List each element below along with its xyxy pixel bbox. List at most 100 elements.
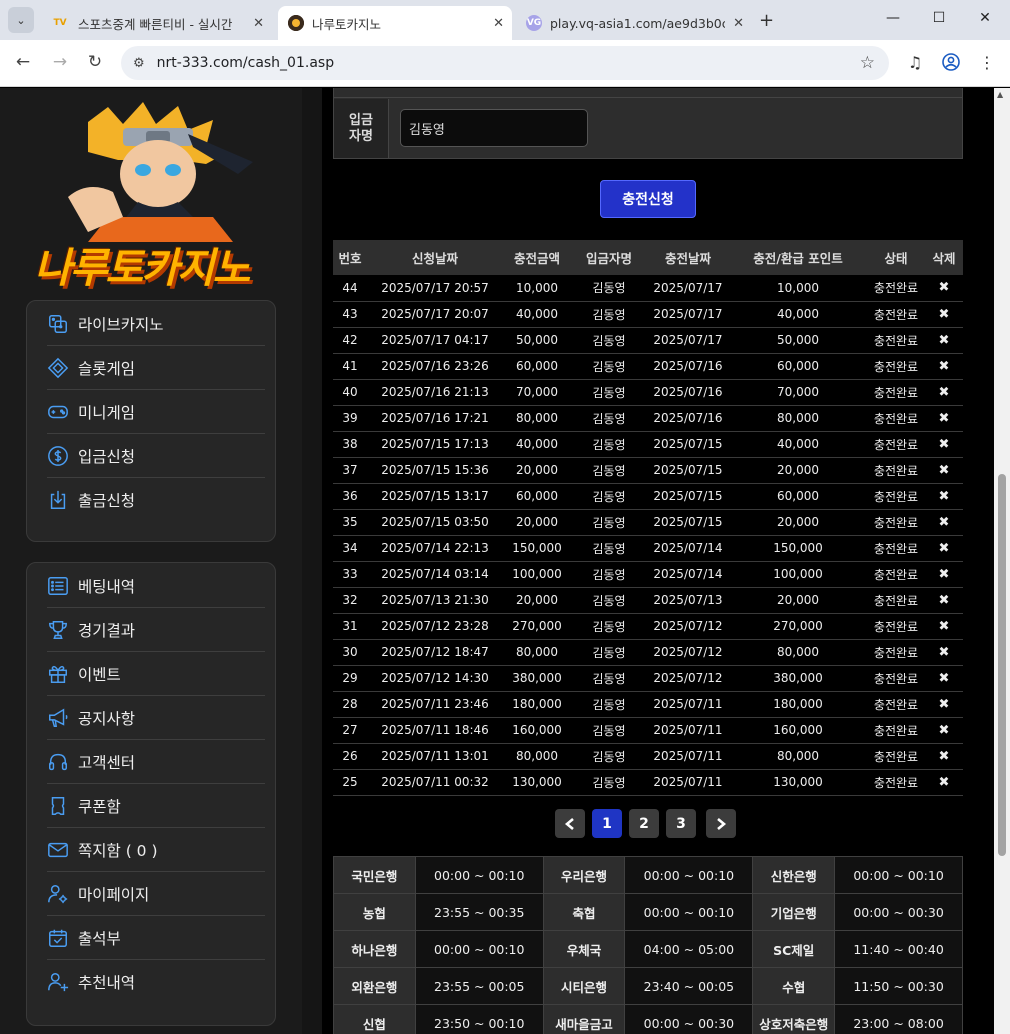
scroll-thumb[interactable] — [998, 474, 1006, 856]
menu-item-slot-game[interactable]: 슬롯게임 — [47, 346, 265, 390]
delete-x-icon[interactable]: ✖ — [925, 379, 963, 406]
minimize-icon[interactable]: — — [878, 10, 908, 26]
submit-charge-button[interactable]: 충전신청 — [600, 180, 696, 218]
delete-x-icon[interactable]: ✖ — [925, 743, 963, 770]
table-cell: 2025/07/15 — [647, 431, 729, 458]
browser-tab-1[interactable]: TV 스포츠중계 빠른티비 - 실시간 ✕ — [40, 6, 272, 40]
menu-item-referral[interactable]: 추천내역 — [47, 960, 265, 1004]
close-tab-icon[interactable]: ✕ — [253, 16, 264, 31]
delete-x-icon[interactable]: ✖ — [925, 509, 963, 536]
menu-item-label: 출금신청 — [78, 492, 136, 510]
browser-tab-3[interactable]: VG play.vq-asia1.com/ae9d3b0c2c ✕ — [516, 6, 752, 40]
pagination: 1 2 3 — [333, 809, 963, 839]
bank-row: 국민은행 00:00 ~ 00:10 우리은행 00:00 ~ 00:10 신한은행 00… — [333, 856, 963, 894]
tab-search-button[interactable]: ⌄ — [8, 7, 34, 33]
delete-x-icon[interactable]: ✖ — [925, 717, 963, 744]
table-cell: 2025/07/12 — [647, 613, 729, 640]
reload-icon[interactable]: ↻ — [84, 52, 106, 72]
delete-x-icon[interactable]: ✖ — [925, 613, 963, 640]
page-button-1[interactable]: 1 — [592, 809, 622, 838]
menu-item-match-results[interactable]: 경기결과 — [47, 608, 265, 652]
menu-item-live-casino[interactable]: 라이브카지노 — [47, 302, 265, 346]
delete-x-icon[interactable]: ✖ — [925, 457, 963, 484]
delete-x-icon[interactable]: ✖ — [925, 353, 963, 380]
delete-x-icon[interactable]: ✖ — [925, 561, 963, 588]
url-bar[interactable]: ⚙ nrt-333.com/cash_01.asp ☆ — [121, 46, 889, 80]
dollar-coin-icon — [48, 445, 68, 466]
bank-name: 상호저축은행 — [752, 1004, 836, 1034]
bank-name: 신협 — [333, 1004, 416, 1034]
table-cell: 26 — [333, 743, 367, 770]
delete-x-icon[interactable]: ✖ — [925, 639, 963, 666]
forward-icon[interactable]: → — [49, 52, 71, 72]
delete-x-icon[interactable]: ✖ — [925, 431, 963, 458]
back-icon[interactable]: ← — [12, 52, 34, 72]
table-cell: 충전완료 — [867, 327, 925, 354]
close-tab-icon[interactable]: ✕ — [493, 16, 504, 31]
menu-item-bet-history[interactable]: 베팅내역 — [47, 564, 265, 608]
new-tab-icon[interactable]: + — [759, 10, 774, 31]
next-page-button[interactable] — [706, 809, 736, 838]
table-cell: 김동영 — [571, 275, 647, 302]
delete-x-icon[interactable]: ✖ — [925, 535, 963, 562]
tab-title: play.vq-asia1.com/ae9d3b0c2c — [550, 15, 725, 31]
browser-menu-icon[interactable]: ⋮ — [976, 53, 998, 72]
delete-x-icon[interactable]: ✖ — [925, 691, 963, 718]
page-button-2[interactable]: 2 — [629, 809, 659, 838]
site-logo[interactable]: 나루토카지노 — [28, 102, 273, 292]
table-cell: 60,000 — [503, 483, 571, 510]
delete-x-icon[interactable]: ✖ — [925, 275, 963, 302]
table-cell: 2025/07/11 00:32 — [367, 769, 503, 796]
page-scrollbar[interactable]: ▲ — [994, 88, 1010, 1034]
delete-x-icon[interactable]: ✖ — [925, 327, 963, 354]
download-icon — [50, 490, 66, 509]
close-tab-icon[interactable]: ✕ — [733, 16, 744, 31]
bank-maintenance-time: 00:00 ~ 00:30 — [834, 893, 963, 931]
page-button-3[interactable]: 3 — [666, 809, 696, 838]
delete-x-icon[interactable]: ✖ — [925, 483, 963, 510]
delete-x-icon[interactable]: ✖ — [925, 769, 963, 796]
table-header-row: 번호 신청날짜 충전금액 입금자명 충전날짜 충전/환급 포인트 상태 삭제 — [333, 240, 963, 275]
depositor-name-input[interactable]: 김동영 — [400, 109, 588, 147]
bookmark-star-icon[interactable]: ☆ — [860, 53, 875, 73]
delete-x-icon[interactable]: ✖ — [925, 587, 963, 614]
menu-item-mypage[interactable]: 마이페이지 — [47, 872, 265, 916]
table-cell: 32 — [333, 587, 367, 614]
profile-icon[interactable] — [940, 53, 962, 75]
list-icon — [48, 576, 68, 595]
table-cell: 40,000 — [503, 301, 571, 328]
site-info-icon[interactable]: ⚙ — [133, 56, 145, 71]
scroll-up-arrow-icon[interactable]: ▲ — [997, 90, 1003, 99]
menu-item-mini-game[interactable]: 미니게임 — [47, 390, 265, 434]
menu-item-event[interactable]: 이벤트 — [47, 652, 265, 696]
table-cell: 31 — [333, 613, 367, 640]
menu-item-deposit[interactable]: 입금신청 — [47, 434, 265, 478]
media-control-icon[interactable]: ♫ — [904, 53, 926, 72]
delete-x-icon[interactable]: ✖ — [925, 665, 963, 692]
table-cell: 29 — [333, 665, 367, 692]
bank-name: 기업은행 — [752, 893, 836, 931]
menu-item-attendance[interactable]: 출석부 — [47, 916, 265, 960]
menu-item-label: 추천내역 — [78, 974, 136, 992]
delete-x-icon[interactable]: ✖ — [925, 405, 963, 432]
prev-page-button[interactable] — [555, 809, 585, 838]
menu-item-messages[interactable]: 쪽지함 ( 0 ) — [47, 828, 265, 872]
menu-item-notice[interactable]: 공지사항 — [47, 696, 265, 740]
table-cell: 충전완료 — [867, 509, 925, 536]
table-cell: 김동영 — [571, 717, 647, 744]
menu-item-coupon[interactable]: 쿠폰함 — [47, 784, 265, 828]
delete-x-icon[interactable]: ✖ — [925, 301, 963, 328]
table-cell: 2025/07/16 — [647, 379, 729, 406]
table-cell: 80,000 — [503, 639, 571, 666]
table-cell: 43 — [333, 301, 367, 328]
browser-tab-2[interactable]: 나루토카지노 ✕ — [278, 6, 512, 40]
menu-item-customer-center[interactable]: 고객센터 — [47, 740, 265, 784]
close-window-icon[interactable]: ✕ — [970, 10, 1000, 26]
table-row: 29 2025/07/12 14:30 380,000 김동영 2025/07/12 38… — [333, 665, 963, 692]
table-cell: 2025/07/17 20:07 — [367, 301, 503, 328]
maximize-icon[interactable]: ☐ — [924, 10, 954, 26]
table-cell: 김동영 — [571, 379, 647, 406]
menu-item-withdraw[interactable]: 출금신청 — [47, 478, 265, 522]
table-cell: 60,000 — [729, 483, 867, 510]
table-cell: 충전완료 — [867, 457, 925, 484]
